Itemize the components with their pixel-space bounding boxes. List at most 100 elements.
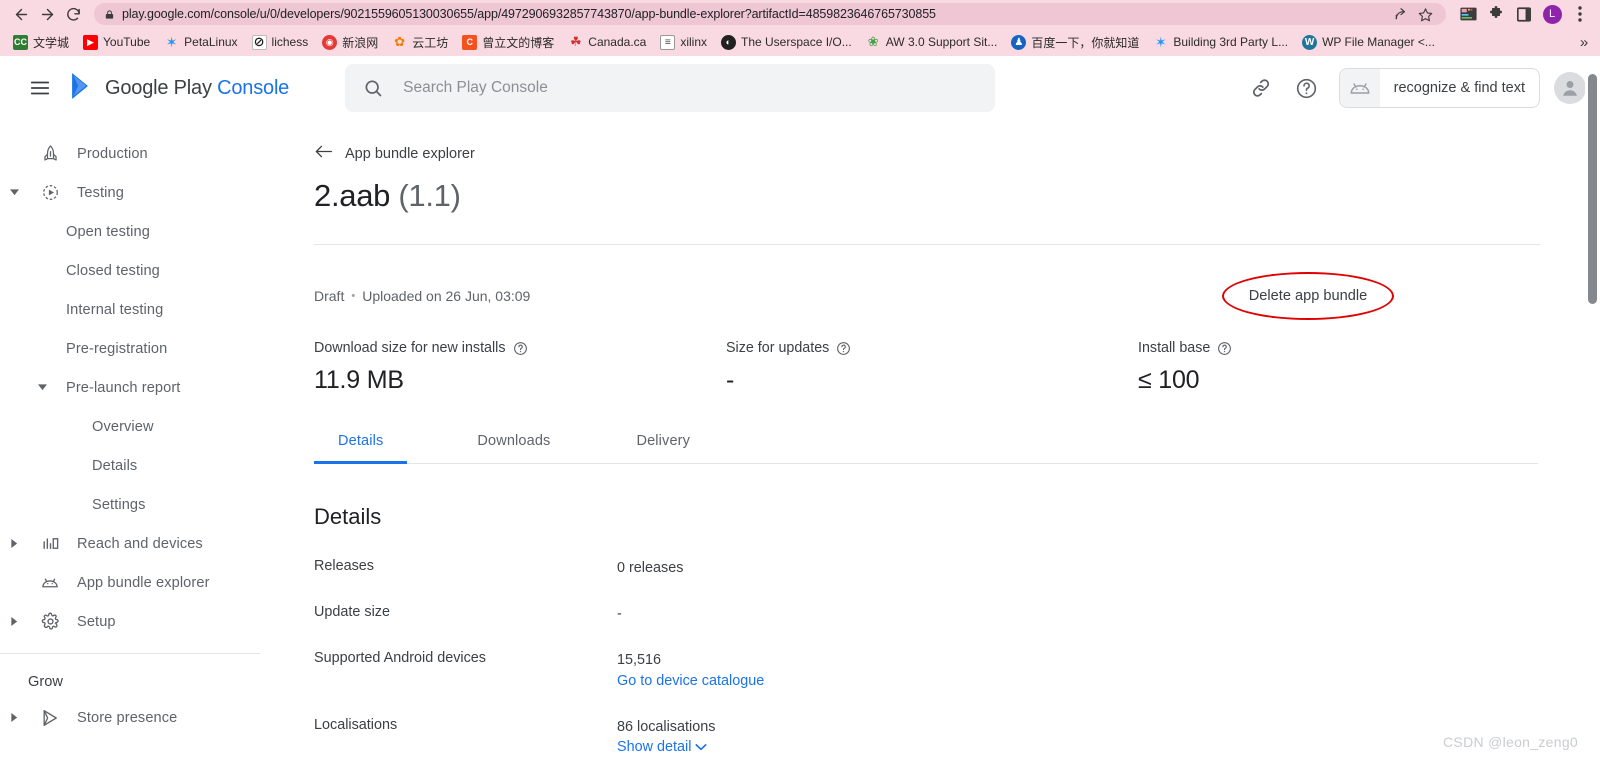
bookmark-item[interactable]: ✶ PetaLinux xyxy=(157,31,244,53)
sidebar-item-store-presence[interactable]: Store presence xyxy=(0,698,292,737)
sidebar-item-pre-registration[interactable]: Pre-registration xyxy=(0,329,292,368)
bookmark-item[interactable]: ◐ The Userspace I/O... xyxy=(714,31,859,53)
app-bar-right-actions: recognize & find text xyxy=(1241,68,1586,108)
bookmark-star-icon[interactable] xyxy=(1414,3,1436,25)
sidebar-item-label: Settings xyxy=(92,496,146,513)
no-arrow-spacer xyxy=(2,142,26,166)
detail-label: Update size xyxy=(314,603,390,620)
stat-size-for-updates: Size for updates - xyxy=(726,340,1138,395)
table-row: Localisations 86 localisations Show deta… xyxy=(314,717,1600,758)
tab-details[interactable]: Details xyxy=(314,433,408,464)
bookmark-item[interactable]: ≡ xilinx xyxy=(653,31,714,53)
chevron-right-icon[interactable] xyxy=(2,706,26,730)
chrome-menu-icon[interactable] xyxy=(1568,2,1592,26)
bookmark-favicon: ≡ xyxy=(660,34,676,50)
table-row: Supported Android devices 15,516 Go to d… xyxy=(314,650,1600,692)
sidepanel-icon[interactable] xyxy=(1512,2,1536,26)
hamburger-menu-icon[interactable] xyxy=(22,70,58,106)
browser-chrome: play.google.com/console/u/0/developers/9… xyxy=(0,0,1600,56)
google-play-console-logo[interactable]: Google Play Console xyxy=(70,72,289,105)
chevron-right-icon[interactable] xyxy=(2,532,26,556)
chevron-down-icon[interactable] xyxy=(2,181,26,205)
detail-label: Supported Android devices xyxy=(314,649,487,666)
link-icon[interactable] xyxy=(1241,68,1281,108)
bookmark-item[interactable]: CC 文学城 xyxy=(6,31,76,53)
forward-arrow-icon[interactable] xyxy=(34,2,60,26)
bookmark-item[interactable]: ◉ 新浪网 xyxy=(315,31,385,53)
brand-text: Google Play Console xyxy=(105,77,289,100)
bookmark-favicon: W xyxy=(1302,34,1318,50)
show-detail-link[interactable]: Show detail xyxy=(617,737,707,758)
main-content: App bundle explorer 2.aab (1.1) Draft • Up… xyxy=(292,120,1600,758)
stat-header: Install base xyxy=(1138,340,1232,356)
chrome-profile-avatar[interactable]: L xyxy=(1540,2,1564,26)
extension-card-icon[interactable] xyxy=(1456,2,1480,26)
search-bar[interactable] xyxy=(345,64,996,112)
bookmark-item[interactable]: ♟ 百度一下，你就知道 xyxy=(1004,31,1146,53)
sidebar-item-pre-launch-report[interactable]: Pre-launch report xyxy=(0,368,292,407)
bookmark-favicon: ☘ xyxy=(569,34,582,50)
bookmark-item[interactable]: ▶ YouTube xyxy=(76,31,157,53)
bookmark-favicon: ❀ xyxy=(867,34,879,50)
sidebar-item-label: Reach and devices xyxy=(77,535,203,552)
scrollbar-thumb[interactable] xyxy=(1588,74,1597,304)
bundle-version: (1.1) xyxy=(398,178,461,213)
delete-app-bundle-button[interactable]: Delete app bundle xyxy=(1222,272,1394,320)
sidebar-item-overview[interactable]: Overview xyxy=(0,407,292,446)
no-arrow-spacer xyxy=(2,571,26,595)
sidebar-item-internal-testing[interactable]: Internal testing xyxy=(0,290,292,329)
body-wrap: Production Testing Open testing Closed t… xyxy=(0,120,1600,758)
sidebar-item-testing[interactable]: Testing xyxy=(0,173,292,212)
sidebar-item-label: Overview xyxy=(92,418,154,435)
bookmark-label: Canada.ca xyxy=(588,35,647,49)
search-input[interactable] xyxy=(401,78,978,98)
android-head-icon xyxy=(1339,69,1380,107)
url-text: play.google.com/console/u/0/developers/9… xyxy=(122,7,936,21)
bookmark-item[interactable]: ❀ AW 3.0 Support Sit... xyxy=(859,31,1005,53)
sidebar-item-label: Testing xyxy=(77,184,124,201)
help-circle-icon[interactable] xyxy=(836,341,851,356)
help-circle-icon[interactable] xyxy=(1287,68,1327,108)
account-avatar-icon[interactable] xyxy=(1554,72,1586,104)
sidebar-item-details[interactable]: Details xyxy=(0,446,292,485)
bookmark-item[interactable]: ✶ Building 3rd Party L... xyxy=(1146,31,1295,53)
bookmark-item[interactable]: C 曾立文的博客 xyxy=(455,31,561,53)
page-scrollbar[interactable] xyxy=(1585,56,1600,758)
reload-icon[interactable] xyxy=(60,2,86,26)
help-circle-icon[interactable] xyxy=(513,341,528,356)
puzzle-extensions-icon[interactable] xyxy=(1484,2,1508,26)
gear-icon xyxy=(36,610,64,634)
recognize-find-text-extension-button[interactable]: recognize & find text xyxy=(1338,68,1540,108)
detail-value-text: 15,516 xyxy=(617,651,662,668)
sidebar-item-app-bundle-explorer[interactable]: App bundle explorer xyxy=(0,563,292,602)
tab-downloads[interactable]: Downloads xyxy=(453,433,574,463)
meta-separator: • xyxy=(351,290,356,302)
bookmark-item[interactable]: ✿ 云工坊 xyxy=(385,31,455,53)
bookmark-item[interactable]: ☘ Canada.ca xyxy=(561,31,653,53)
sidebar-item-setup[interactable]: Setup xyxy=(0,602,292,641)
bookmark-label: PetaLinux xyxy=(184,35,238,49)
sidebar-section-grow: Grow xyxy=(28,674,63,690)
tab-delivery[interactable]: Delivery xyxy=(612,433,714,463)
omnibox-row: play.google.com/console/u/0/developers/9… xyxy=(0,0,1600,28)
share-icon[interactable] xyxy=(1390,3,1412,25)
bookmarks-overflow-icon[interactable]: » xyxy=(1574,31,1594,53)
back-to-app-bundle-explorer-link[interactable]: App bundle explorer xyxy=(314,144,475,164)
bookmark-item[interactable]: ⊘ lichess xyxy=(245,31,316,53)
go-to-device-catalogue-link[interactable]: Go to device catalogue xyxy=(617,671,764,692)
sidebar-item-settings[interactable]: Settings xyxy=(0,485,292,524)
sidebar-item-reach-and-devices[interactable]: Reach and devices xyxy=(0,524,292,563)
address-bar[interactable]: play.google.com/console/u/0/developers/9… xyxy=(94,3,1446,25)
stat-header: Download size for new installs xyxy=(314,340,726,356)
sidebar-item-closed-testing[interactable]: Closed testing xyxy=(0,251,292,290)
sidebar-item-open-testing[interactable]: Open testing xyxy=(0,212,292,251)
help-circle-icon[interactable] xyxy=(1217,341,1232,356)
back-arrow-icon[interactable] xyxy=(8,2,34,26)
sidebar-item-label: Pre-registration xyxy=(66,340,168,357)
sidebar-item-production[interactable]: Production xyxy=(0,134,292,173)
chevron-right-icon[interactable] xyxy=(2,610,26,634)
chevron-down-icon[interactable] xyxy=(30,376,54,400)
bookmark-item[interactable]: W WP File Manager <... xyxy=(1295,31,1442,53)
bookmark-favicon: ⊘ xyxy=(251,34,267,50)
chevron-down-icon xyxy=(695,737,707,758)
